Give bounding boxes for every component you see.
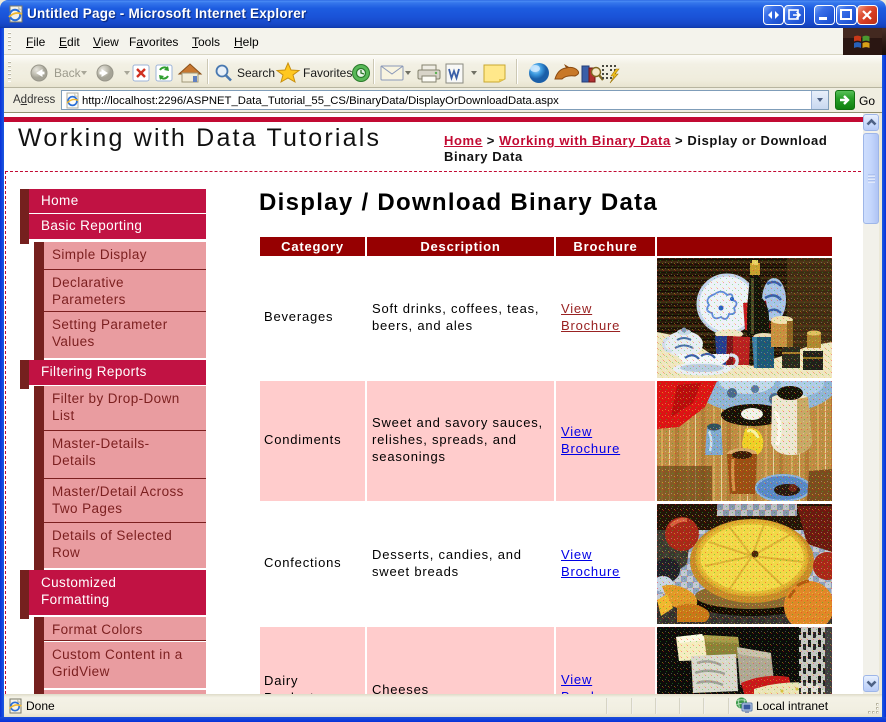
- svg-text:Favorites: Favorites: [303, 66, 352, 80]
- svg-text:Search: Search: [237, 66, 275, 80]
- svg-text:Back: Back: [54, 66, 82, 80]
